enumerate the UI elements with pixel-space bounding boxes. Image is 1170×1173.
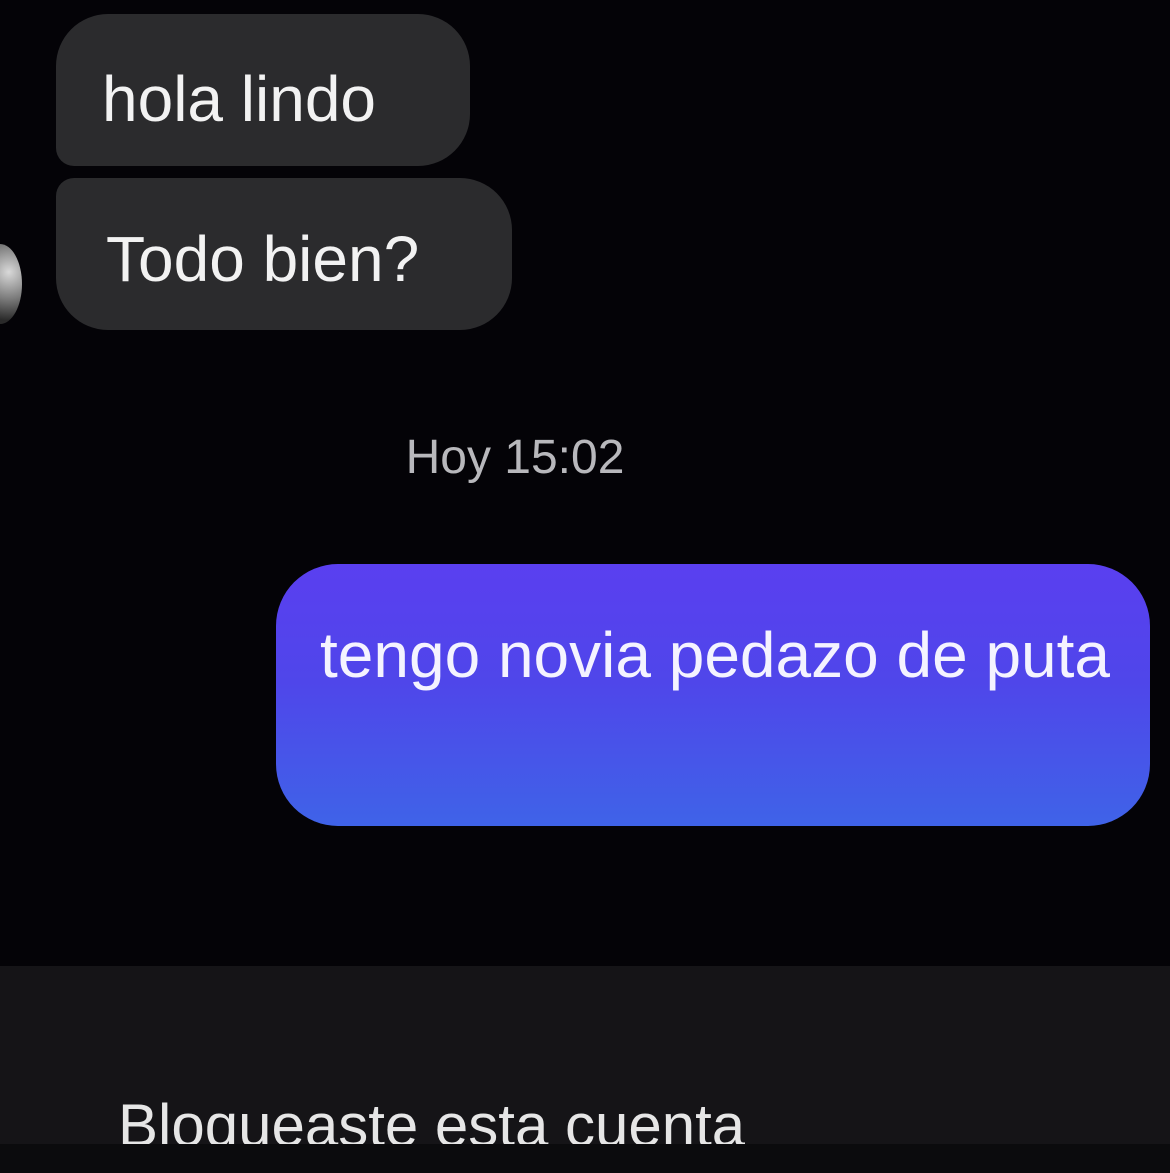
contact-avatar[interactable] xyxy=(0,244,22,324)
message-text: hola lindo xyxy=(102,63,376,135)
message-text: tengo novia pedazo de puta xyxy=(320,619,1110,691)
message-thread: hola lindo Todo bien? Hoy 15:02 tengo no… xyxy=(0,0,1170,966)
incoming-message[interactable]: Todo bien? xyxy=(56,178,512,330)
footer-edge xyxy=(0,1144,1170,1173)
message-timestamp: Hoy 15:02 xyxy=(405,431,625,484)
incoming-message[interactable]: hola lindo xyxy=(56,14,470,166)
blocked-status-text: Bloqueaste esta cuenta xyxy=(118,1092,746,1144)
blocked-account-banner: Bloqueaste esta cuenta xyxy=(0,966,1170,1173)
outgoing-message[interactable]: tengo novia pedazo de puta xyxy=(276,564,1150,826)
message-text: Todo bien? xyxy=(106,223,420,295)
